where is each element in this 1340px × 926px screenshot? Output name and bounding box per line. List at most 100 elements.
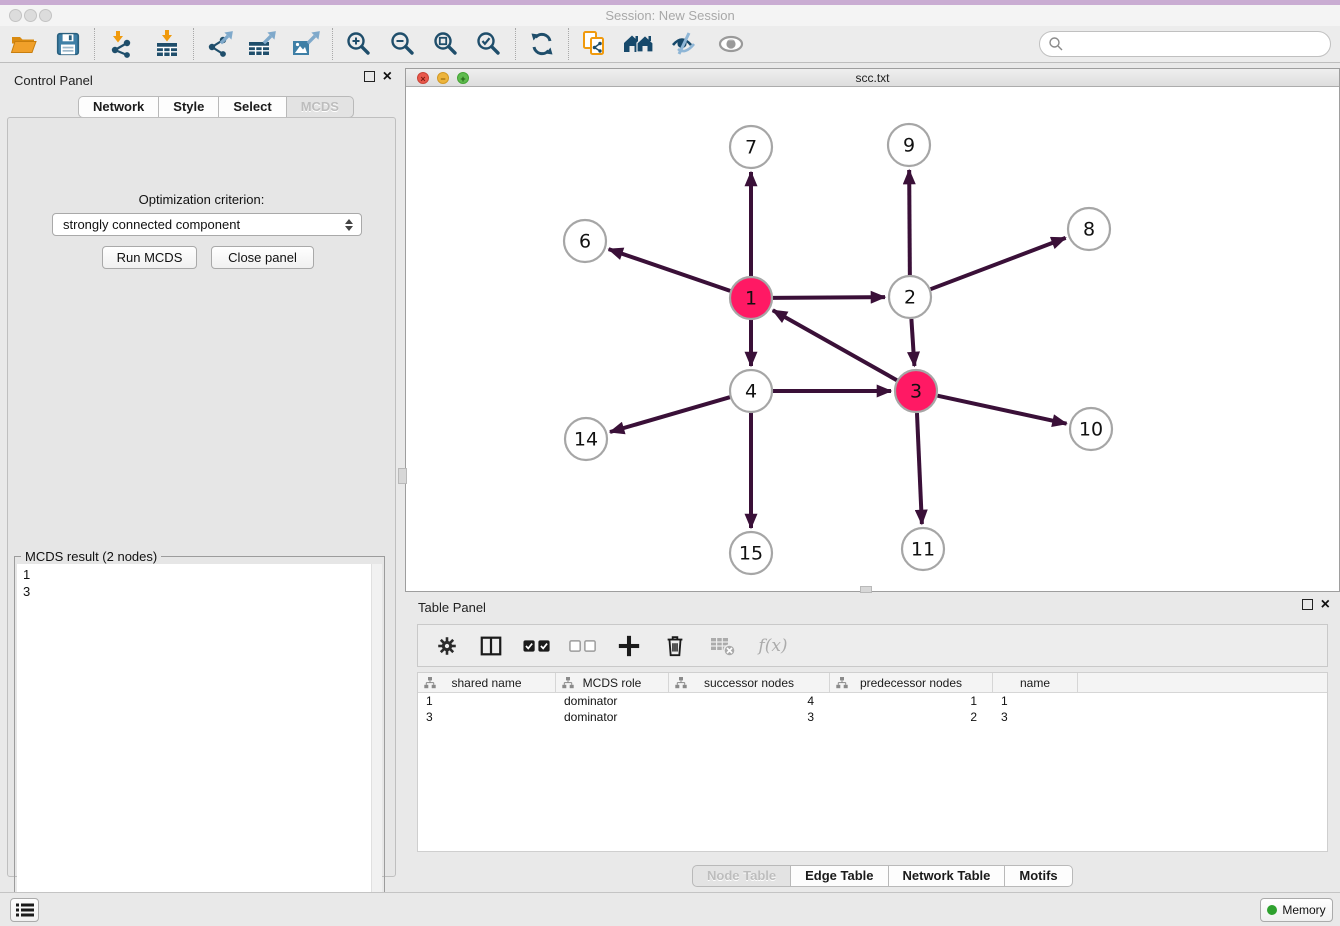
graph-node-3[interactable]: 3 [895, 370, 937, 412]
graph-edge-3-10[interactable] [937, 396, 1066, 424]
toolbar-separator [193, 28, 194, 60]
tab-node-table[interactable]: Node Table [692, 865, 790, 887]
task-history-button[interactable] [10, 898, 39, 922]
optimization-criterion-dropdown[interactable]: strongly connected component [52, 213, 362, 236]
graph-edge-2-9[interactable] [909, 170, 910, 275]
toggle-node-labels-icon[interactable] [669, 28, 701, 60]
table-row[interactable]: 1dominator411 [418, 693, 1327, 709]
zoom-out-icon[interactable] [387, 28, 419, 60]
save-session-icon[interactable] [52, 28, 84, 60]
close-panel-button[interactable]: Close panel [211, 246, 314, 269]
table-cell[interactable]: 1 [830, 693, 993, 709]
vertical-splitter-handle[interactable] [398, 468, 407, 484]
graph-node-1[interactable]: 1 [730, 277, 772, 319]
app-title: Session: New Session [0, 8, 1340, 23]
network-overview-icon[interactable] [579, 28, 611, 60]
column-header-predecessor-nodes[interactable]: predecessor nodes [830, 673, 993, 692]
graph-node-14[interactable]: 14 [565, 418, 607, 460]
split-table-icon[interactable] [476, 631, 506, 661]
application-window: Session: New Session [0, 0, 1340, 926]
table-cell[interactable]: 1 [993, 693, 1078, 709]
deselect-all-columns-icon[interactable] [568, 631, 598, 661]
show-graphics-details-icon[interactable] [715, 28, 747, 60]
horizontal-splitter-handle[interactable] [860, 586, 872, 593]
graph-edge-1-6[interactable] [609, 249, 731, 291]
import-network-icon[interactable] [105, 28, 137, 60]
column-settings-icon[interactable] [432, 631, 462, 661]
delete-column-icon[interactable] [660, 631, 690, 661]
select-all-columns-icon[interactable] [522, 631, 552, 661]
tab-network-table[interactable]: Network Table [888, 865, 1005, 887]
table-cell[interactable]: 2 [830, 709, 993, 725]
show-all-nodes-icon[interactable] [623, 28, 655, 60]
float-panel-icon[interactable] [364, 71, 375, 82]
column-header-successor-nodes[interactable]: successor nodes [669, 673, 830, 692]
float-table-panel-icon[interactable] [1302, 599, 1313, 610]
graph-node-9[interactable]: 9 [888, 124, 930, 166]
table-row[interactable]: 3dominator323 [418, 709, 1327, 725]
open-session-icon[interactable] [8, 28, 40, 60]
mcds-tab-content: Optimization criterion: strongly connect… [7, 117, 396, 877]
tab-style[interactable]: Style [158, 96, 218, 118]
table-cell[interactable]: dominator [556, 709, 669, 725]
node-table: shared nameMCDS rolesuccessor nodesprede… [417, 672, 1328, 852]
column-header-shared-name[interactable]: shared name [418, 673, 556, 692]
zoom-in-icon[interactable] [343, 28, 375, 60]
add-column-icon[interactable] [614, 631, 644, 661]
table-cell[interactable]: 1 [418, 693, 556, 709]
table-panel-title: Table Panel [418, 600, 486, 615]
run-mcds-button[interactable]: Run MCDS [102, 246, 197, 269]
graph-edge-2-8[interactable] [931, 238, 1066, 289]
graph-edge-1-2[interactable] [773, 297, 885, 298]
table-cell[interactable]: dominator [556, 693, 669, 709]
graph-node-11[interactable]: 11 [902, 528, 944, 570]
graph-node-2[interactable]: 2 [889, 276, 931, 318]
graph-node-8[interactable]: 8 [1068, 208, 1110, 250]
graph-node-6[interactable]: 6 [564, 220, 606, 262]
search-field[interactable] [1039, 31, 1331, 57]
export-image-icon[interactable] [290, 28, 322, 60]
export-table-icon[interactable] [246, 28, 278, 60]
function-builder-icon[interactable]: f(x) [752, 631, 794, 661]
column-header-mcds-role[interactable]: MCDS role [556, 673, 669, 692]
zoom-selected-icon[interactable] [473, 28, 505, 60]
search-input[interactable] [1064, 34, 1330, 54]
graph-node-4[interactable]: 4 [730, 370, 772, 412]
graph-node-7[interactable]: 7 [730, 126, 772, 168]
graph-node-15[interactable]: 15 [730, 532, 772, 574]
result-scrollbar[interactable] [371, 564, 382, 923]
table-cell[interactable]: 3 [993, 709, 1078, 725]
tab-network[interactable]: Network [78, 96, 158, 118]
table-header-row: shared nameMCDS rolesuccessor nodesprede… [418, 673, 1327, 693]
tab-mcds[interactable]: MCDS [286, 96, 354, 118]
apply-layout-icon[interactable] [526, 28, 558, 60]
svg-text:8: 8 [1083, 219, 1095, 241]
network-canvas[interactable]: 7 9 6 8 1 2 4 3 14 10 15 11 [406, 87, 1339, 591]
svg-text:4: 4 [745, 381, 757, 403]
network-window-titlebar[interactable]: × − + scc.txt [406, 69, 1339, 87]
tab-motifs[interactable]: Motifs [1004, 865, 1072, 887]
memory-button[interactable]: Memory [1260, 898, 1333, 922]
table-cell[interactable]: 3 [418, 709, 556, 725]
graph-edge-4-14[interactable] [610, 397, 730, 432]
zoom-fit-icon[interactable] [430, 28, 462, 60]
tab-edge-table[interactable]: Edge Table [790, 865, 887, 887]
delete-table-icon[interactable] [708, 631, 738, 661]
network-title: scc.txt [406, 71, 1339, 85]
export-network-icon[interactable] [204, 28, 236, 60]
tab-select[interactable]: Select [218, 96, 285, 118]
close-table-panel-icon[interactable]: × [1321, 599, 1330, 610]
column-header-name[interactable]: name [993, 673, 1078, 692]
graph-edge-2-3[interactable] [911, 319, 914, 366]
table-cell[interactable]: 3 [669, 709, 830, 725]
close-panel-icon[interactable]: × [383, 71, 392, 82]
mcds-result-textarea[interactable]: 1 3 [17, 564, 382, 923]
table-panel: Table Panel × [405, 594, 1340, 890]
graph-edge-3-11[interactable] [917, 413, 922, 524]
toolbar-separator [568, 28, 569, 60]
svg-text:9: 9 [903, 135, 915, 157]
table-cell[interactable]: 4 [669, 693, 830, 709]
graph-edge-3-1[interactable] [773, 310, 897, 380]
import-table-icon[interactable] [151, 28, 183, 60]
graph-node-10[interactable]: 10 [1070, 408, 1112, 450]
